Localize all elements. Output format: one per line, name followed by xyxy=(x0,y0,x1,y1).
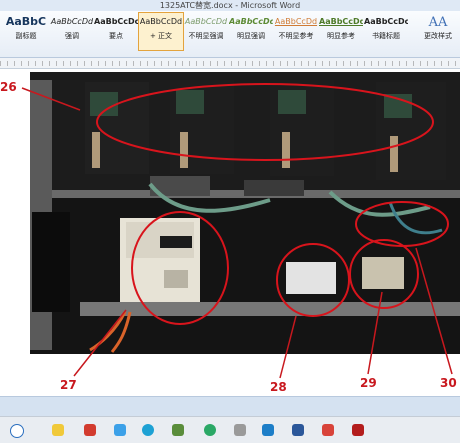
annotation-arrows xyxy=(21,87,453,379)
status-bar xyxy=(0,396,460,417)
chat-icon[interactable] xyxy=(204,424,216,436)
arrow-26 xyxy=(21,87,81,111)
acrobat-icon[interactable] xyxy=(352,424,364,436)
taskbar xyxy=(0,416,460,443)
wechat-icon[interactable] xyxy=(234,424,246,436)
word-icon[interactable] xyxy=(292,424,304,436)
pdf-icon[interactable] xyxy=(322,424,334,436)
arrow-27 xyxy=(73,309,127,377)
browser-icon[interactable] xyxy=(142,424,154,436)
arrow-30 xyxy=(415,247,453,375)
arrow-29 xyxy=(367,291,383,375)
security-icon[interactable] xyxy=(172,424,184,436)
qiyi-icon[interactable] xyxy=(84,424,96,436)
sticky-notes-icon[interactable] xyxy=(52,424,64,436)
cortana-icon[interactable] xyxy=(10,424,24,438)
edge-icon[interactable] xyxy=(262,424,274,436)
sogou-icon[interactable] xyxy=(114,424,126,436)
arrow-28 xyxy=(279,315,297,379)
